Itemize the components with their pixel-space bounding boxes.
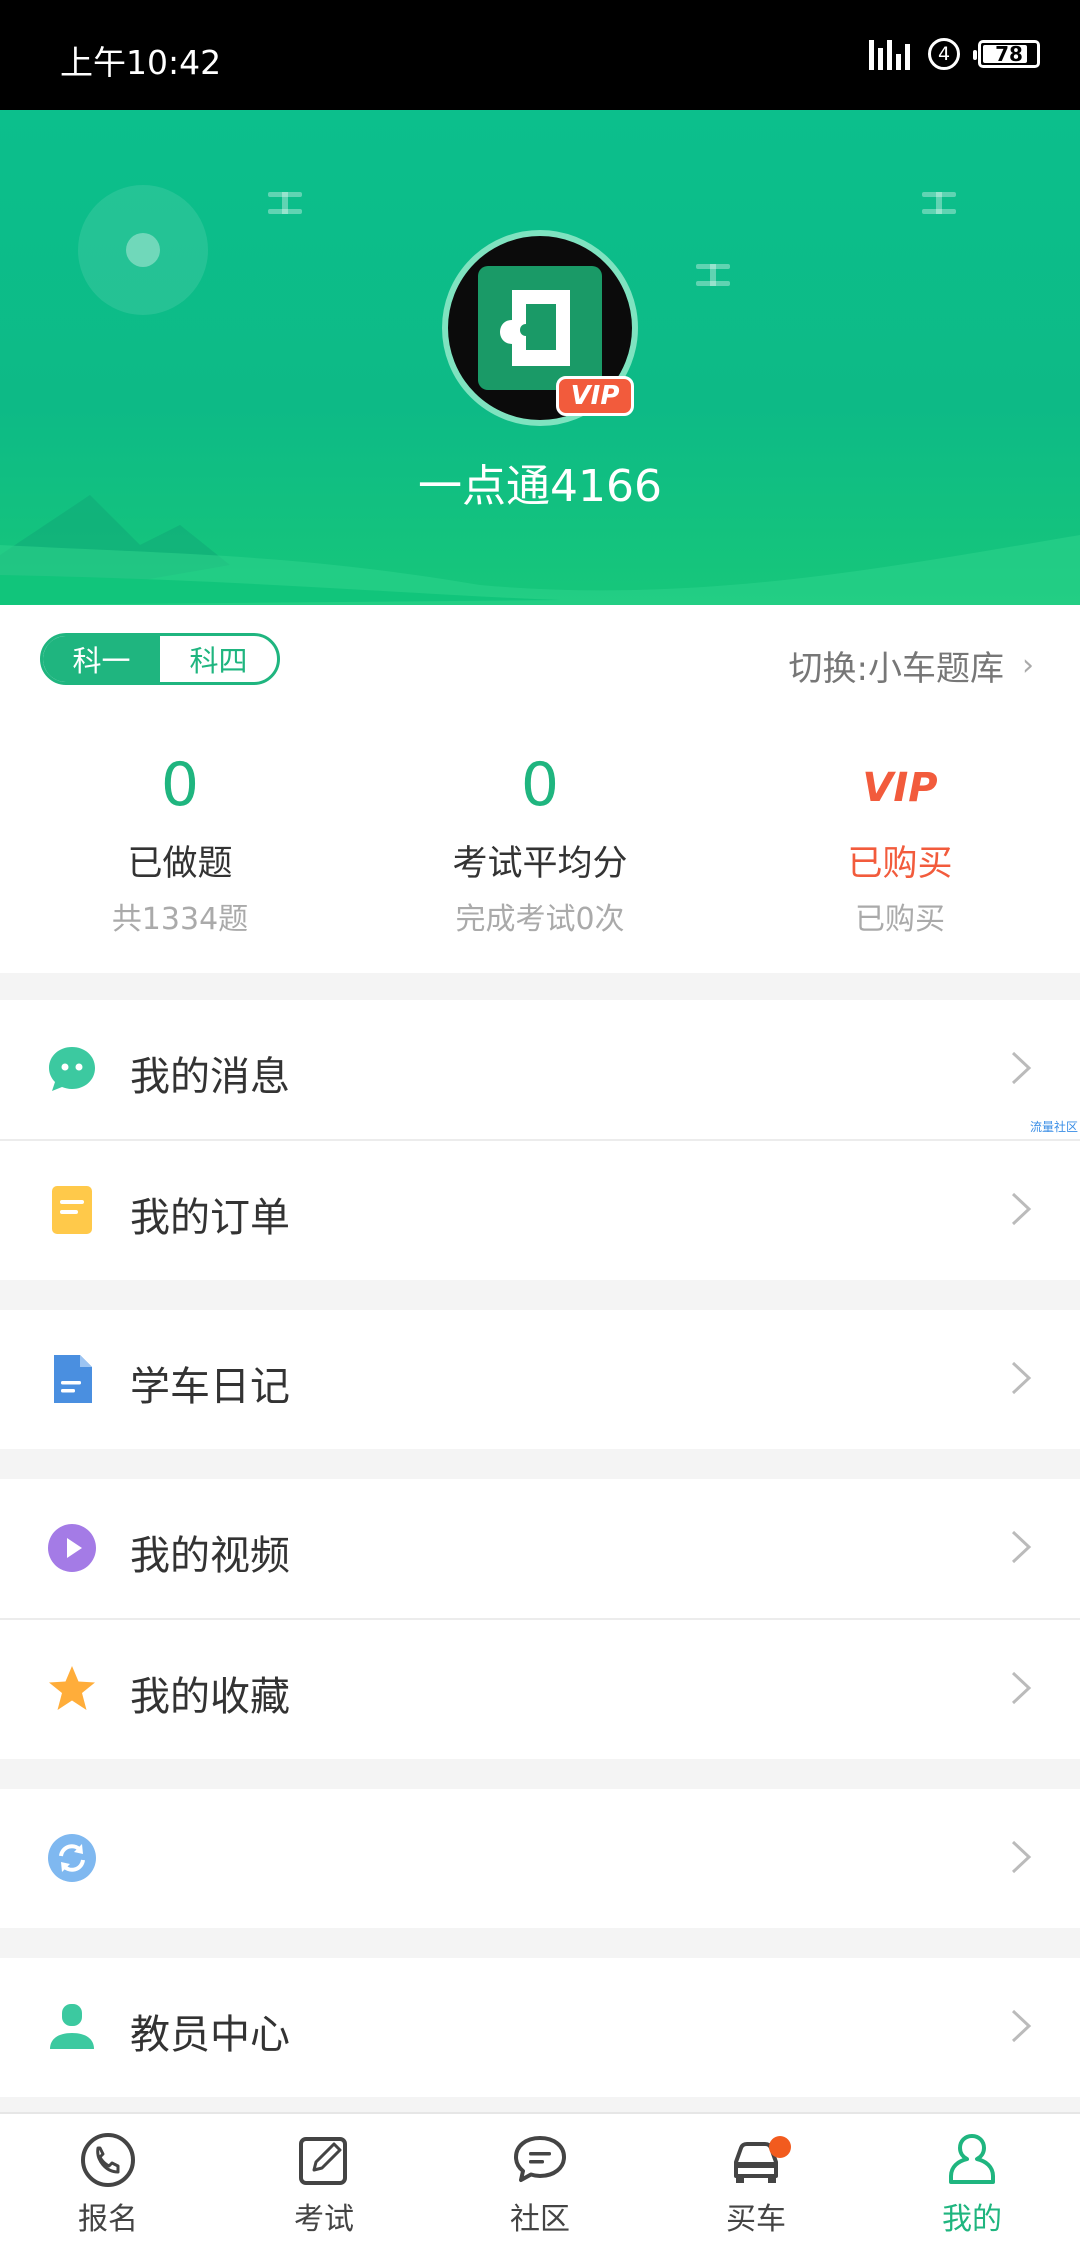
profile-icon [949, 2134, 995, 2184]
battery-icon: 78 [973, 40, 1040, 68]
subject-option-4[interactable]: 科四 [160, 636, 277, 682]
decor-mark [922, 192, 956, 214]
chevron-right-icon [1011, 1530, 1032, 1564]
decor-mark [268, 192, 302, 214]
comment-icon [514, 2136, 566, 2182]
chat-bubble-icon [49, 1047, 95, 1091]
chevron-right-icon [1011, 1840, 1032, 1874]
document-icon [54, 1355, 92, 1403]
switch-library-link[interactable]: 切换:小车题库 › [789, 641, 1034, 690]
stat-average-score[interactable]: 0 考试平均分 完成考试0次 [360, 745, 720, 938]
signal-icon [869, 38, 910, 70]
menu-item-label: 我的订单 [130, 1195, 290, 1241]
menu-item-driving-diary[interactable]: 学车日记 [0, 1310, 1080, 1449]
menu-item-messages[interactable]: 我的消息 [0, 1000, 1080, 1139]
watermark: 流量社区 [1029, 1120, 1078, 1134]
notification-dot [769, 2136, 791, 2158]
avatar[interactable]: VIP [442, 230, 638, 426]
battery-level: 78 [995, 42, 1023, 66]
nav-tab-label: 我的 [942, 2202, 1002, 2237]
menu-item-label: 学车日记 [130, 1364, 290, 1410]
subject-option-1[interactable]: 科一 [43, 636, 160, 682]
chevron-right-icon: › [1022, 648, 1034, 683]
menu-item-label: 我的收藏 [130, 1674, 290, 1720]
decor-bubble-center [126, 233, 160, 267]
nav-tab-community[interactable]: 社区 [432, 2114, 648, 2248]
nav-tab-exam[interactable]: 考试 [216, 2114, 432, 2248]
username[interactable]: 一点通4166 [0, 450, 1080, 514]
nav-tab-mine[interactable]: 我的 [864, 2114, 1080, 2248]
menu-item-favorites[interactable]: 我的收藏 [0, 1620, 1080, 1759]
status-icons: 4 78 [869, 38, 1040, 70]
stat-questions-done[interactable]: 0 已做题 共1334题 [0, 745, 360, 938]
phone-icon [81, 2133, 135, 2187]
status-time: 上午10:42 [60, 43, 222, 82]
person-icon [50, 2004, 94, 2049]
vip-logo: VIP [720, 745, 1080, 825]
star-icon [49, 1666, 95, 1710]
stat-value: 0 [160, 750, 200, 820]
stat-value: 0 [520, 750, 560, 820]
nav-tab-label: 买车 [726, 2202, 786, 2237]
menu-item-orders[interactable]: 我的订单 [0, 1141, 1080, 1280]
status-bar: 上午10:42 4 78 [0, 0, 1080, 110]
decor-mark [696, 264, 730, 286]
order-note-icon [52, 1186, 92, 1234]
play-circle-icon [48, 1524, 96, 1572]
stat-vip-status[interactable]: VIP 已购买 已购买 [720, 745, 1080, 938]
sim-slot-icon: 4 [928, 38, 960, 70]
subject-toggle[interactable]: 科一 科四 [40, 633, 280, 685]
vip-badge: VIP [556, 376, 634, 416]
svg-text:VIP: VIP [862, 765, 937, 809]
menu-item-label: 教员中心 [130, 2012, 290, 2058]
refresh-icon [48, 1834, 96, 1882]
nav-tab-label: 报名 [78, 2202, 138, 2237]
nav-tab-label: 社区 [510, 2202, 570, 2237]
menu-item-label: 我的消息 [130, 1054, 290, 1100]
nav-tab-signup[interactable]: 报名 [0, 2114, 216, 2248]
stat-label: 已做题 [127, 844, 233, 884]
stat-label: 考试平均分 [452, 844, 628, 884]
avatar-image [478, 266, 602, 390]
nav-tab-label: 考试 [294, 2202, 354, 2237]
stats-card: 科一 科四 切换:小车题库 › 0 已做题 共1334题 0 考试平均分 完成考… [0, 605, 1080, 973]
stat-sub: 共1334题 [111, 902, 249, 937]
menu-item-videos[interactable]: 我的视频 [0, 1479, 1080, 1618]
profile-header: VIP 一点通4166 [0, 110, 1080, 605]
menu-item-label: 我的视频 [130, 1533, 290, 1579]
chevron-right-icon [1011, 1051, 1032, 1085]
menu-item-instructor-center[interactable]: 教员中心 [0, 1958, 1080, 2097]
nav-tab-buy-car[interactable]: 买车 [648, 2114, 864, 2248]
stat-sub: 完成考试0次 [455, 902, 625, 937]
stat-sub: 已购买 [855, 902, 945, 937]
chevron-right-icon [1011, 2009, 1032, 2043]
switch-library-label: 切换:小车题库 [788, 649, 1004, 689]
stat-label: 已购买 [847, 844, 953, 884]
menu-item-refresh[interactable] [0, 1789, 1080, 1928]
bottom-nav: 报名 考试 社区 买车 我的 [0, 2112, 1080, 2248]
chevron-right-icon [1011, 1192, 1032, 1226]
chevron-right-icon [1011, 1361, 1032, 1395]
chevron-right-icon [1011, 1671, 1032, 1705]
edit-icon [299, 2137, 347, 2185]
